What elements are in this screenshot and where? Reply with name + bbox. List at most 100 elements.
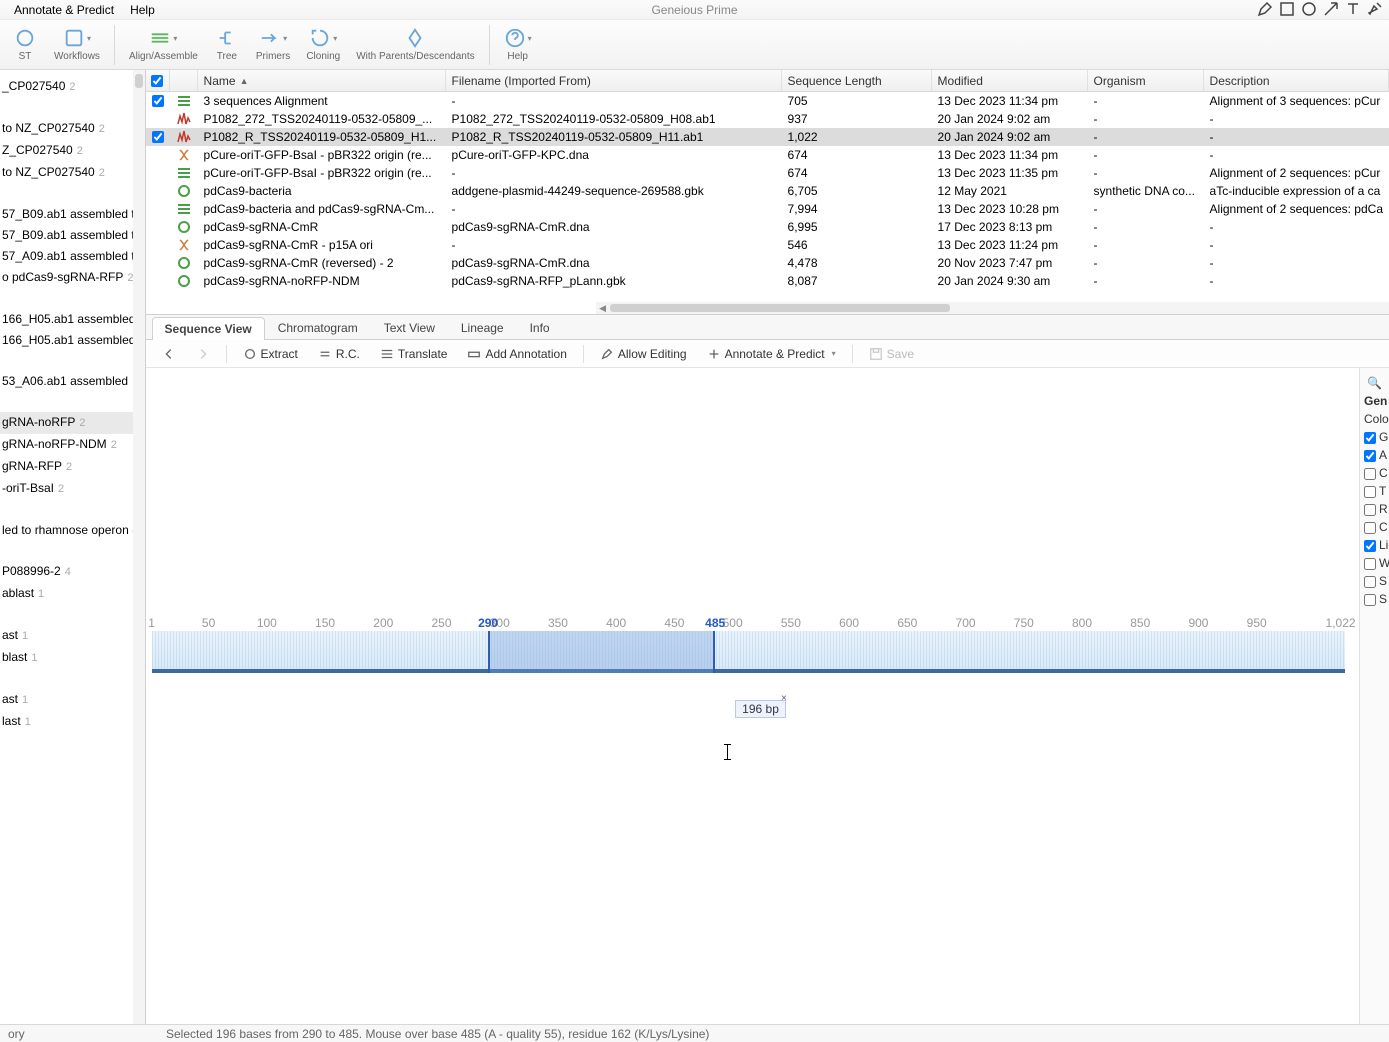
table-row[interactable]: pCure-oriT-GFP-BsaI - pBR322 origin (re.… xyxy=(146,146,1389,164)
folder-item[interactable]: 166_H05.ab1 assembled tc xyxy=(0,309,145,330)
ruler-tick: 100 xyxy=(257,616,277,630)
parents-descendants-button[interactable]: With Parents/Descendants xyxy=(348,25,482,64)
workflows-button[interactable]: ▾ Workflows xyxy=(46,25,108,64)
header-organism[interactable]: Organism xyxy=(1088,70,1204,91)
folder-item[interactable]: gRNA-RFP2 xyxy=(0,456,145,478)
folder-item[interactable]: to NZ_CP0275402 xyxy=(0,118,145,140)
table-row[interactable]: P1082_272_TSS20240119-0532-05809_...P108… xyxy=(146,110,1389,128)
folder-tree[interactable]: _CP0275402to NZ_CP0275402Z_CP0275402to N… xyxy=(0,70,146,1042)
sequence-track[interactable] xyxy=(152,631,1345,673)
folder-item[interactable]: gRNA-noRFP-NDM2 xyxy=(0,434,145,456)
ruler-tick: 800 xyxy=(1072,616,1092,630)
view-option[interactable]: C xyxy=(1360,518,1389,536)
table-hscrollbar[interactable]: ◀ xyxy=(596,302,1389,314)
tab-sequence-view[interactable]: Sequence View xyxy=(152,317,265,340)
folder-item[interactable]: 57_A09.ab1 assembled to p xyxy=(0,246,145,267)
highlight-icon[interactable] xyxy=(1367,1,1383,20)
view-option[interactable]: S xyxy=(1360,572,1389,590)
folder-item[interactable]: ablast1 xyxy=(0,583,145,605)
folder-item[interactable]: led to rhamnose operon (re xyxy=(0,520,145,541)
tab-chromatogram[interactable]: Chromatogram xyxy=(265,316,371,339)
table-row[interactable]: pdCas9-sgRNA-CmR (reversed) - 2pdCas9-sg… xyxy=(146,254,1389,272)
folder-item[interactable]: gRNA-noRFP2 xyxy=(0,412,145,434)
folder-item[interactable]: blast1 xyxy=(0,647,145,669)
view-option[interactable]: G xyxy=(1360,428,1389,446)
translate-button[interactable]: Translate xyxy=(372,345,456,363)
folder-item[interactable]: _CP0275402 xyxy=(0,76,145,98)
row-filename: pCure-oriT-GFP-KPC.dna xyxy=(446,148,782,162)
view-option[interactable]: W xyxy=(1360,554,1389,572)
table-row[interactable]: pCure-oriT-GFP-BsaI - pBR322 origin (re.… xyxy=(146,164,1389,182)
row-checkbox[interactable] xyxy=(146,131,170,143)
view-option[interactable]: T xyxy=(1360,482,1389,500)
cloning-button[interactable]: ▾ Cloning xyxy=(298,25,348,64)
folder-item[interactable]: last1 xyxy=(0,711,145,733)
close-icon[interactable]: × xyxy=(781,693,787,704)
header-filename[interactable]: Filename (Imported From) xyxy=(446,70,782,91)
folder-item[interactable]: 57_B09.ab1 assembled to p xyxy=(0,204,145,225)
text-icon[interactable] xyxy=(1345,1,1361,20)
left-scrollbar[interactable] xyxy=(133,70,145,1042)
row-name: pdCas9-sgRNA-CmR (reversed) - 2 xyxy=(198,256,446,270)
sequence-view[interactable]: 1501001502002503003504004505005506006507… xyxy=(146,368,1389,1042)
view-option[interactable]: Li xyxy=(1360,536,1389,554)
annotate-predict-button[interactable]: Annotate & Predict▾ xyxy=(699,345,844,363)
add-annotation-button[interactable]: Add Annotation xyxy=(459,345,574,363)
allow-editing-button[interactable]: Allow Editing xyxy=(592,345,695,363)
menu-annotate-predict[interactable]: Annotate & Predict xyxy=(6,1,122,19)
folder-item[interactable]: -oriT-BsaI2 xyxy=(0,478,145,500)
folder-item[interactable]: ast1 xyxy=(0,689,145,711)
nav-back-button[interactable] xyxy=(154,345,184,363)
table-row[interactable]: pdCas9-sgRNA-CmR - p15A ori-54613 Dec 20… xyxy=(146,236,1389,254)
folder-item[interactable]: 53_A06.ab1 assembled xyxy=(0,371,145,392)
header-checkbox[interactable] xyxy=(146,70,170,91)
table-row[interactable]: pdCas9-sgRNA-noRFP-NDMpdCas9-sgRNA-RFP_p… xyxy=(146,272,1389,290)
table-row[interactable]: pdCas9-sgRNA-CmRpdCas9-sgRNA-CmR.dna6,99… xyxy=(146,218,1389,236)
folder-item[interactable]: P088996-24 xyxy=(0,561,145,583)
header-modified[interactable]: Modified xyxy=(932,70,1088,91)
ruler-tick: 450 xyxy=(664,616,684,630)
folder-item[interactable]: Z_CP0275402 xyxy=(0,140,145,162)
align-assemble-button[interactable]: ▾ Align/Assemble xyxy=(121,25,206,64)
circle-icon[interactable] xyxy=(1301,1,1317,20)
st-button[interactable]: ST xyxy=(4,25,46,64)
header-name[interactable]: Name▲ xyxy=(198,70,446,91)
view-option[interactable]: S xyxy=(1360,590,1389,608)
row-name: pdCas9-bacteria and pdCas9-sgRNA-Cm... xyxy=(198,202,446,216)
table-row[interactable]: 3 sequences Alignment-70513 Dec 2023 11:… xyxy=(146,92,1389,110)
sequence-selection[interactable] xyxy=(488,631,715,673)
table-header: Name▲ Filename (Imported From) Sequence … xyxy=(146,70,1389,92)
zoom-icon[interactable]: 🔍 xyxy=(1360,374,1389,392)
header-description[interactable]: Description xyxy=(1204,70,1389,91)
row-organism: - xyxy=(1088,130,1204,144)
view-option[interactable]: A xyxy=(1360,446,1389,464)
arrow-icon[interactable] xyxy=(1323,1,1339,20)
rc-button[interactable]: R.C. xyxy=(310,345,368,363)
header-length[interactable]: Sequence Length xyxy=(782,70,932,91)
tree-button[interactable]: Tree xyxy=(206,25,248,64)
extract-button[interactable]: Extract xyxy=(235,345,306,363)
tab-info[interactable]: Info xyxy=(517,316,563,339)
ruler-tick: 1 xyxy=(148,616,155,630)
folder-item[interactable]: ast1 xyxy=(0,625,145,647)
view-option[interactable]: R xyxy=(1360,500,1389,518)
folder-item[interactable]: o pdCas9-sgRNA-RFP2 xyxy=(0,267,145,289)
tab-text-view[interactable]: Text View xyxy=(371,316,448,339)
folder-item[interactable]: to NZ_CP0275402 xyxy=(0,162,145,184)
row-checkbox[interactable] xyxy=(146,95,170,107)
row-organism: - xyxy=(1088,148,1204,162)
row-modified: 13 Dec 2023 10:28 pm xyxy=(932,202,1088,216)
pencil-icon[interactable] xyxy=(1257,1,1273,20)
help-button[interactable]: ▾ Help xyxy=(496,25,540,64)
primers-label: Primers xyxy=(256,51,290,62)
table-row[interactable]: P1082_R_TSS20240119-0532-05809_H1...P108… xyxy=(146,128,1389,146)
tab-lineage[interactable]: Lineage xyxy=(448,316,517,339)
table-row[interactable]: pdCas9-bacteriaaddgene-plasmid-44249-seq… xyxy=(146,182,1389,200)
square-icon[interactable] xyxy=(1279,1,1295,20)
folder-item[interactable]: 57_B09.ab1 assembled to p xyxy=(0,225,145,246)
view-option[interactable]: C xyxy=(1360,464,1389,482)
table-row[interactable]: pdCas9-bacteria and pdCas9-sgRNA-Cm...-7… xyxy=(146,200,1389,218)
primers-button[interactable]: ▾ Primers xyxy=(248,25,298,64)
menu-help[interactable]: Help xyxy=(122,1,163,19)
folder-item[interactable]: 166_H05.ab1 assembled tc xyxy=(0,330,145,351)
